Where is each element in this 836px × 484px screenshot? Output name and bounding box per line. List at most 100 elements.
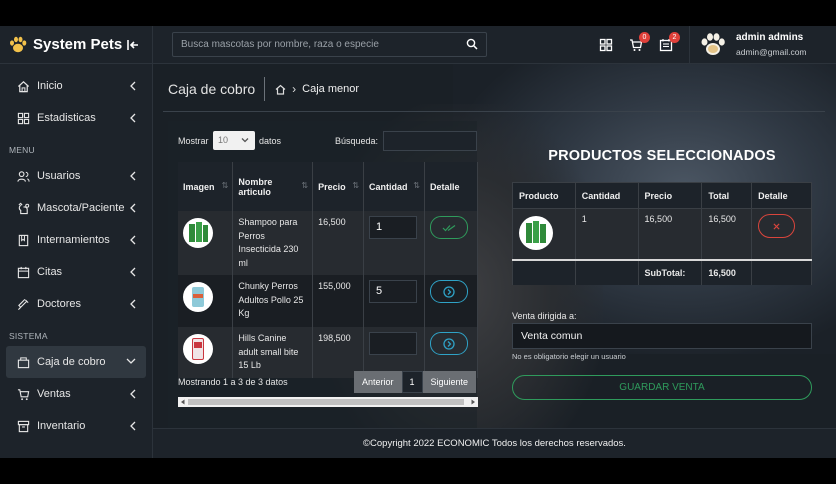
quantity-input[interactable]: 1	[369, 216, 418, 239]
brand-name: System Pets	[33, 36, 123, 53]
next-page-button[interactable]: Siguiente	[422, 371, 477, 393]
sidebar-item-inventario[interactable]: Inventario	[0, 410, 152, 442]
remove-product-button[interactable]	[758, 214, 796, 238]
sidebar-item-label: Usuarios	[37, 170, 81, 182]
arrow-circle-right-icon	[443, 337, 455, 350]
subtotal-value: 16,500	[701, 259, 753, 285]
footer: ©Copyright 2022 ECONOMIC Todos los derec…	[153, 428, 836, 458]
sidebar-item-inicio[interactable]: Inicio	[0, 70, 152, 102]
added-button[interactable]	[430, 216, 468, 239]
sidebar-item-estadisticas[interactable]: Estadisticas	[0, 102, 152, 134]
product-image-cell	[178, 211, 234, 275]
pet-icon	[18, 202, 30, 214]
col-label: Precio	[318, 181, 346, 192]
bookmark-icon	[18, 234, 29, 246]
sidebar-item-label: Doctores	[37, 298, 82, 310]
sidebar-item-caja-de-cobro[interactable]: Caja de cobro	[6, 346, 146, 378]
close-icon	[773, 222, 780, 230]
sidebar-item-label: Inventario	[37, 420, 86, 432]
col-imagen[interactable]: Imagen ⇅	[178, 162, 234, 211]
search-icon[interactable]	[466, 38, 478, 50]
syringe-icon	[17, 298, 29, 310]
sidebar-item-citas[interactable]: Citas	[0, 256, 152, 288]
qty-cell: 5	[363, 275, 425, 327]
cart-icon	[17, 388, 30, 400]
chevron-left-icon	[130, 203, 136, 213]
user-name: admin admins	[736, 32, 804, 43]
sidebar-item-mascota[interactable]: Mascota/Paciente	[0, 192, 152, 224]
col-cantidad[interactable]: Cantidad ⇅	[363, 162, 425, 211]
product-image	[183, 218, 213, 248]
scroll-left-icon[interactable]	[180, 399, 186, 405]
col-producto: Producto	[512, 182, 576, 209]
product-name: Chunky Perros Adultos Pollo 25 Kg	[232, 275, 314, 327]
col-label: Detalle	[430, 181, 460, 192]
collapse-sidebar-icon[interactable]	[126, 38, 140, 52]
quantity-input[interactable]: 5	[369, 280, 418, 303]
table-info: Mostrando 1 a 3 de 3 datos	[178, 377, 288, 387]
home-icon[interactable]	[275, 84, 286, 95]
search-input[interactable]	[173, 33, 463, 56]
chevron-left-icon	[130, 113, 136, 123]
table-row: 1 16,500 16,500	[512, 208, 812, 261]
horizontal-scrollbar[interactable]	[178, 397, 478, 407]
col-label: Cantidad	[369, 181, 408, 192]
add-product-button[interactable]	[430, 332, 468, 355]
selected-products-table: Producto Cantidad Precio Total Detalle 1…	[512, 182, 812, 285]
sidebar-item-label: Inicio	[37, 80, 63, 92]
sidebar-item-doctores[interactable]: Doctores	[0, 288, 152, 320]
selected-qty: 1	[574, 208, 639, 261]
cart-button[interactable]: 0	[629, 32, 650, 52]
sort-icon: ⇅	[301, 181, 309, 190]
page-size-select[interactable]: 10	[213, 131, 255, 150]
sidebar: System Pets Inicio Estadisticas MENU Usu…	[0, 26, 153, 458]
products-table: Imagen ⇅ Nombre articulo ⇅ Precio ⇅ Cantida…	[178, 162, 478, 378]
quantity-input[interactable]	[369, 332, 418, 355]
col-precio[interactable]: Precio ⇅	[312, 162, 365, 211]
sort-icon: ⇅	[221, 181, 229, 190]
col-precio: Precio	[637, 182, 703, 209]
prev-page-button[interactable]: Anterior	[354, 371, 402, 393]
add-product-button[interactable]	[430, 280, 468, 303]
product-price: 198,500	[312, 327, 365, 378]
col-label: Imagen	[183, 181, 215, 192]
sidebar-item-label: Internamientos	[37, 234, 110, 246]
empty-cell	[751, 259, 812, 285]
table-search-input[interactable]	[383, 131, 477, 151]
chevron-left-icon	[130, 235, 136, 245]
product-image-cell	[178, 327, 234, 378]
arrow-circle-right-icon	[443, 285, 455, 298]
chevron-down-icon	[241, 138, 249, 143]
sidebar-item-ventas[interactable]: Ventas	[0, 378, 152, 410]
sale-target-label: Venta dirigida a:	[512, 311, 577, 321]
sale-target-select[interactable]: Venta comun	[512, 323, 812, 349]
search-box	[172, 32, 487, 57]
save-sale-button[interactable]: GUARDAR VENTA	[512, 375, 812, 400]
table-row: Hills Canine adult small bite 15 Lb 198,…	[178, 327, 478, 378]
breadcrumb-current: Caja menor	[302, 83, 360, 95]
scrollbar-thumb[interactable]	[188, 399, 464, 405]
product-image	[519, 216, 553, 250]
sort-icon: ⇅	[413, 181, 420, 190]
qty-cell: 1	[363, 211, 425, 275]
subtotal-row: SubTotal: 16,500	[512, 259, 812, 285]
sidebar-item-usuarios[interactable]: Usuarios	[0, 160, 152, 192]
orders-button[interactable]: 2	[659, 32, 680, 52]
detail-cell	[751, 208, 812, 261]
page-number-button[interactable]: 1	[401, 371, 423, 393]
user-menu[interactable]: admin admins admin@gmail.com	[689, 26, 836, 64]
main-content: Caja de cobro › Caja menor Mostrar 10 da…	[153, 64, 836, 458]
product-price: 155,000	[312, 275, 365, 327]
col-nombre[interactable]: Nombre articulo ⇅	[232, 162, 314, 211]
scroll-right-icon[interactable]	[470, 399, 476, 405]
apps-button[interactable]	[599, 38, 613, 52]
breadcrumb-separator: ›	[292, 82, 297, 96]
sidebar-item-internamientos[interactable]: Internamientos	[0, 224, 152, 256]
product-image	[183, 334, 213, 364]
grid-icon	[599, 38, 613, 52]
detail-cell	[424, 275, 478, 327]
topbar: 0 2 admin admins admin@gmail.com	[153, 26, 836, 64]
chevron-left-icon	[130, 171, 136, 181]
col-detalle[interactable]: Detalle	[424, 162, 478, 211]
sidebar-item-label: Citas	[37, 266, 63, 278]
